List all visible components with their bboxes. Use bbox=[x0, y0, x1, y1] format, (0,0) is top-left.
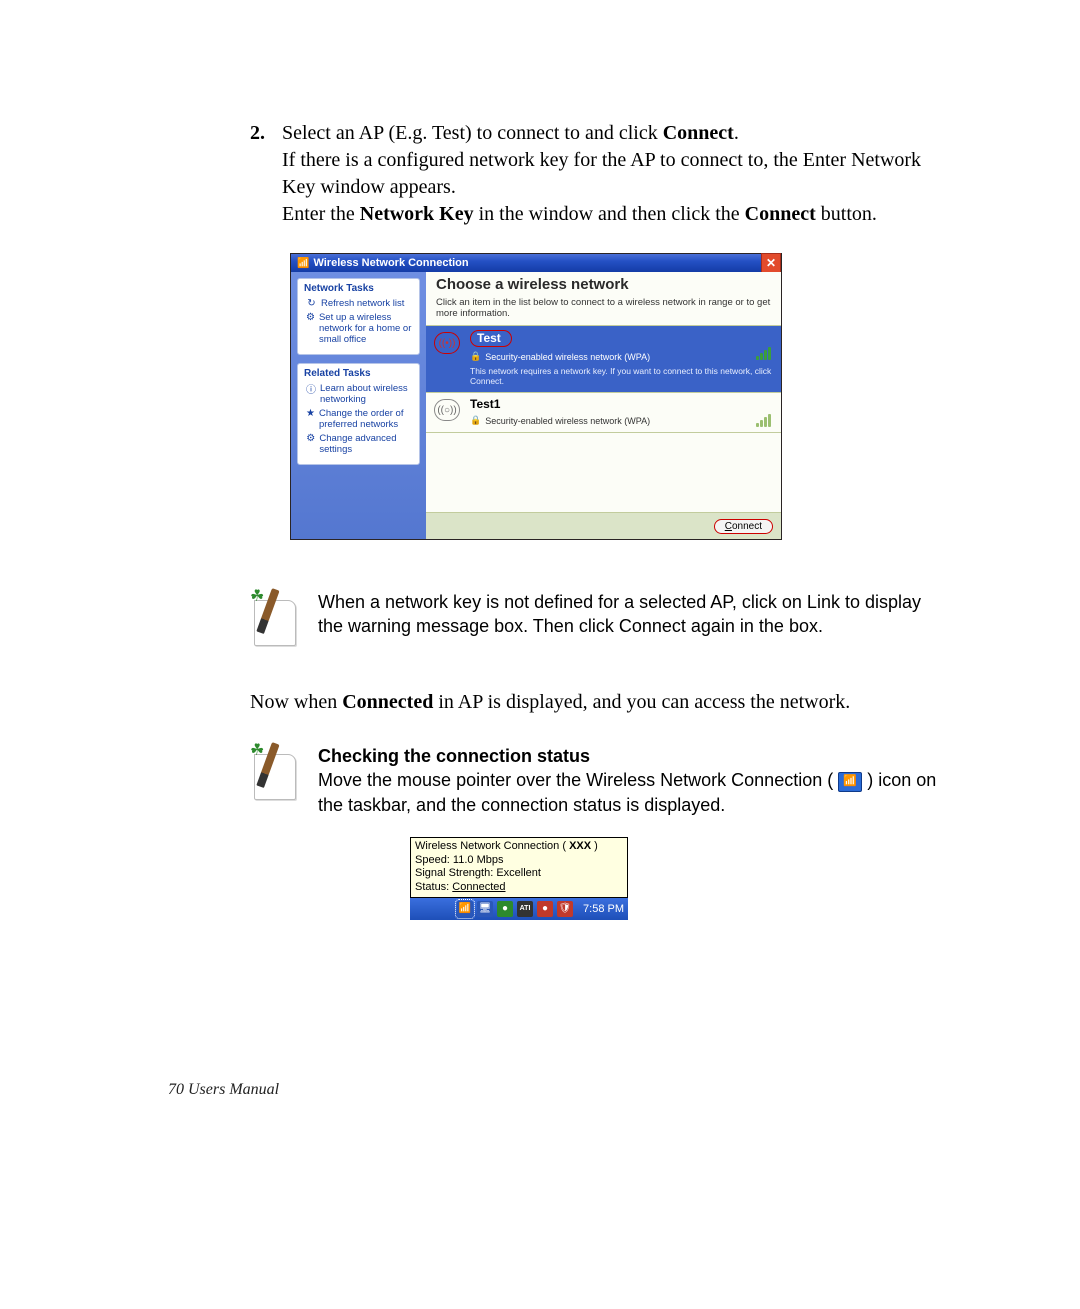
task-label: Refresh network list bbox=[321, 298, 404, 309]
tooltip-l1: Wireless Network Connection ( XXX ) bbox=[415, 840, 623, 854]
wireless-tray-icon: 📶 bbox=[838, 772, 862, 792]
t: Connect bbox=[745, 203, 816, 225]
network-item-test1[interactable]: ((○)) Test1 Security-enabled wireless ne… bbox=[426, 393, 781, 433]
display-tray-icon[interactable]: 🖥 bbox=[477, 901, 493, 917]
check-text: Checking the connection status Move the … bbox=[318, 744, 950, 817]
note-text: When a network key is not defined for a … bbox=[318, 590, 950, 639]
page-footer: 70 Users Manual bbox=[168, 1081, 279, 1099]
window-title: Wireless Network Connection bbox=[313, 257, 468, 269]
t: Move the mouse pointer over the Wireless… bbox=[318, 770, 833, 790]
task-label: Learn about wireless networking bbox=[320, 383, 415, 405]
tooltip-screenshot: Wireless Network Connection ( XXX ) Spee… bbox=[410, 837, 628, 920]
t: in the window and then click the bbox=[474, 203, 745, 225]
note-icon: ☘ bbox=[250, 590, 298, 646]
network-item-test[interactable]: ((•)) Test Security-enabled wireless net… bbox=[426, 326, 781, 393]
task-refresh[interactable]: ↻ Refresh network list bbox=[306, 298, 415, 309]
shield-tray-icon[interactable]: 🛡 bbox=[557, 901, 573, 917]
tooltip-l2: Speed: 11.0 Mbps bbox=[415, 854, 623, 868]
task-learn[interactable]: ⓘ Learn about wireless networking bbox=[306, 383, 415, 405]
signal-icon bbox=[756, 413, 771, 427]
tooltip-box: Wireless Network Connection ( XXX ) Spee… bbox=[410, 837, 628, 898]
related-tasks-group: Related Tasks ⓘ Learn about wireless netw… bbox=[297, 363, 420, 465]
close-button[interactable]: ✕ bbox=[761, 253, 781, 273]
main-heading: Choose a wireless network bbox=[436, 276, 775, 293]
t: Enter the bbox=[282, 203, 360, 225]
task-order[interactable]: ★ Change the order of preferred networks bbox=[306, 408, 415, 430]
note-icon: ☘ bbox=[250, 744, 298, 800]
main-sub: Click an item in the list below to conne… bbox=[436, 297, 775, 319]
ati-tray-icon[interactable]: ATI bbox=[517, 901, 533, 917]
taskbar: 📶 🖥 ● ATI ● 🛡 7:58 PM bbox=[410, 898, 628, 920]
main-header: Choose a wireless network Click an item … bbox=[426, 272, 781, 326]
note-block-check: ☘ Checking the connection status Move th… bbox=[250, 744, 950, 817]
system-tray: 📶 🖥 ● ATI ● 🛡 7:58 PM bbox=[457, 901, 624, 917]
taskbar-clock: 7:58 PM bbox=[583, 903, 624, 915]
network-security: Security-enabled wireless network (WPA) bbox=[470, 415, 775, 426]
sidebar: Network Tasks ↻ Refresh network list ⚙ Set… bbox=[291, 272, 426, 539]
tooltip-l3: Signal Strength: Excellent bbox=[415, 867, 623, 881]
network-list: ((•)) Test Security-enabled wireless net… bbox=[426, 326, 781, 512]
antenna-icon: ((○)) bbox=[434, 399, 460, 421]
task-label: Set up a wireless network for a home or … bbox=[319, 312, 415, 345]
t: If there is a configured network key for… bbox=[282, 149, 921, 198]
group-title: Related Tasks bbox=[304, 368, 415, 379]
tooltip-l4: Status: Connected bbox=[415, 881, 623, 895]
signal-icon bbox=[756, 346, 771, 360]
window-footer: Connect bbox=[426, 512, 781, 539]
network-tasks-group: Network Tasks ↻ Refresh network list ⚙ Set… bbox=[297, 278, 420, 355]
t: Connect bbox=[663, 122, 734, 144]
setup-icon: ⚙ bbox=[306, 312, 315, 323]
gear-icon: ⚙ bbox=[306, 433, 315, 444]
task-label: Change advanced settings bbox=[319, 433, 415, 455]
step-number: 2. bbox=[250, 120, 274, 228]
network-name: Test1 bbox=[470, 397, 500, 411]
note-block: ☘ When a network key is not defined for … bbox=[250, 590, 950, 646]
task-label: Change the order of preferred networks bbox=[319, 408, 415, 430]
t: . bbox=[734, 122, 739, 144]
step-body: Select an AP (E.g. Test) to connect to a… bbox=[282, 120, 950, 228]
window-titlebar: Wireless Network Connection ✕ bbox=[291, 254, 781, 272]
step-2: 2. Select an AP (E.g. Test) to connect t… bbox=[250, 120, 950, 228]
wireless-tray-icon[interactable]: 📶 bbox=[457, 901, 473, 917]
antenna-icon: ((•)) bbox=[434, 332, 460, 354]
star-icon: ★ bbox=[306, 408, 315, 419]
t: Network Key bbox=[360, 203, 474, 225]
t: Select an AP (E.g. Test) to connect to a… bbox=[282, 122, 663, 144]
main-panel: Choose a wireless network Click an item … bbox=[426, 272, 781, 539]
connect-button[interactable]: Connect bbox=[714, 519, 773, 534]
network-hint: This network requires a network key. If … bbox=[470, 366, 775, 386]
task-advanced[interactable]: ⚙ Change advanced settings bbox=[306, 433, 415, 455]
check-heading: Checking the connection status bbox=[318, 744, 950, 768]
connected-line: Now when Connected in AP is displayed, a… bbox=[250, 691, 950, 714]
network-name: Test bbox=[470, 330, 512, 347]
tray-icon[interactable]: ● bbox=[497, 901, 513, 917]
t: button. bbox=[816, 203, 877, 225]
tray-icon[interactable]: ● bbox=[537, 901, 553, 917]
wireless-connection-window: Wireless Network Connection ✕ Network Ta… bbox=[290, 253, 782, 540]
network-security: Security-enabled wireless network (WPA) bbox=[470, 351, 775, 362]
refresh-icon: ↻ bbox=[306, 298, 317, 309]
group-title: Network Tasks bbox=[304, 283, 415, 294]
wireless-icon bbox=[297, 257, 313, 269]
task-setup[interactable]: ⚙ Set up a wireless network for a home or… bbox=[306, 312, 415, 345]
info-icon: ⓘ bbox=[306, 383, 316, 394]
